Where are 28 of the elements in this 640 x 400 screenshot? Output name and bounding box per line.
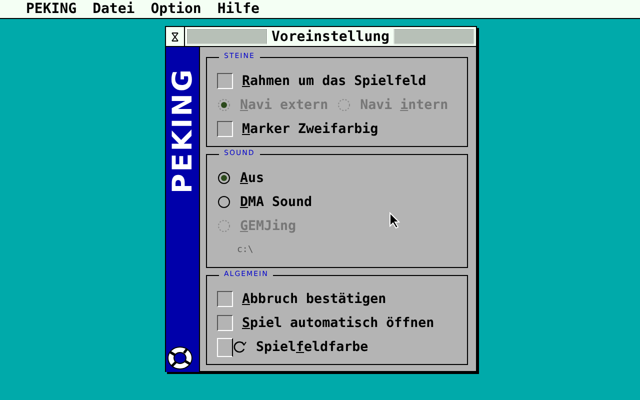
menu-item[interactable]: Option [146, 1, 206, 17]
checkbox[interactable] [217, 121, 233, 137]
checkbox[interactable] [217, 315, 233, 331]
checkbox[interactable] [217, 73, 233, 89]
option-label: Marker Zweifarbig [242, 122, 378, 136]
menu-item[interactable]: Datei [88, 1, 139, 17]
option-label: Spielfeldfarbe [256, 340, 368, 354]
radio-button[interactable] [217, 171, 231, 185]
color-swatch[interactable] [217, 338, 233, 356]
cycle-icon[interactable] [233, 340, 247, 354]
path-text: c:\ [237, 245, 254, 255]
option-label: Spiel automatisch öffnen [242, 316, 434, 330]
menu-item[interactable]: PEKING [22, 1, 81, 17]
option-label: Navi extern [240, 98, 328, 112]
banner-text: PEKING [167, 68, 198, 194]
mouse-cursor-icon [389, 212, 400, 229]
option-label: Aus [240, 170, 264, 186]
option-label: GEMJing [240, 218, 296, 234]
radio-button[interactable] [217, 195, 231, 209]
window-title: Voreinstellung [267, 28, 394, 44]
title-bar[interactable]: Voreinstellung [187, 29, 474, 44]
menu-item[interactable]: Hilfe [213, 1, 264, 17]
option-label: Rahmen um das Spielfeld [242, 74, 426, 88]
option-label: DMA Sound [240, 194, 312, 210]
checkbox[interactable] [217, 291, 233, 307]
close-icon [171, 32, 179, 42]
option-label: Abbruch bestätigen [242, 292, 386, 306]
option-label: Navi intern [360, 98, 448, 112]
